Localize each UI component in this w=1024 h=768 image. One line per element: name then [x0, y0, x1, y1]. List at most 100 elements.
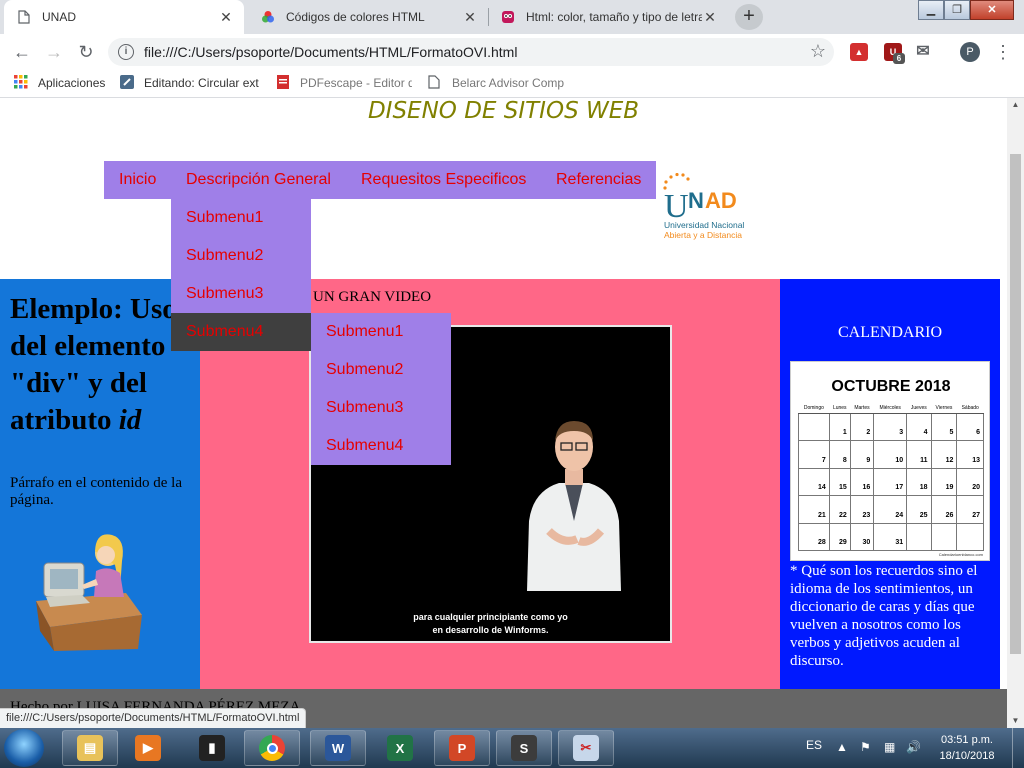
page-title: DISENO DE SITIOS WEB: [367, 98, 640, 124]
menu-item-referencias[interactable]: Referencias: [556, 161, 641, 199]
start-button[interactable]: [4, 729, 44, 767]
show-desktop-button[interactable]: [1012, 728, 1024, 768]
bookmarks-bar: Aplicaciones Editando: Circular ext PDFe…: [0, 70, 1024, 98]
clock-time: 03:51 p.m.: [941, 734, 993, 746]
logo-ad: AD: [705, 188, 737, 213]
tab-unad[interactable]: UNAD ✕: [4, 0, 244, 34]
volume-icon[interactable]: 🔊: [906, 740, 921, 754]
calendar-heading: CALENDARIO: [838, 324, 942, 341]
language-indicator[interactable]: ES: [806, 738, 822, 752]
scroll-up-icon[interactable]: ▲: [1007, 98, 1024, 112]
taskbar-terminal[interactable]: S: [496, 730, 552, 766]
calendar-day-cell: 21: [798, 495, 830, 524]
minimize-icon[interactable]: ▁: [918, 0, 944, 20]
profile-avatar[interactable]: P: [960, 42, 980, 62]
bookmark-pdfescape[interactable]: PDFescape - Editor d: [276, 75, 412, 91]
calendar-day-cell: 3: [873, 413, 908, 441]
menu-item-inicio[interactable]: Inicio: [119, 161, 156, 199]
taskbar-word[interactable]: W: [310, 730, 366, 766]
bookmark-star-icon[interactable]: ☆: [810, 41, 826, 62]
day-header: Miércoles: [873, 404, 907, 414]
calendar-day-cell: 7: [798, 440, 830, 469]
page-viewport: DISENO DE SITIOS WEB Inicio Descripción …: [0, 98, 1024, 728]
taskbar-media-player[interactable]: ▶: [120, 730, 176, 766]
action-center-icon[interactable]: ⚑: [860, 740, 871, 754]
word-icon: W: [325, 735, 351, 761]
address-url[interactable]: file:///C:/Users/psoporte/Documents/HTML…: [144, 44, 517, 60]
presenter-image: [527, 421, 621, 591]
back-arrow-icon[interactable]: ←: [10, 40, 34, 64]
calendar-day-cell: 19: [930, 468, 958, 496]
tab-html-color[interactable]: Html: color, tamaño y tipo de letra ✕: [488, 0, 728, 34]
paint-icon: ✂: [573, 735, 599, 761]
address-bar[interactable]: i file:///C:/Users/psoporte/Documents/HT…: [108, 38, 834, 66]
calendar-week-row: 123456: [798, 413, 984, 441]
calendar-day-cell: [798, 413, 830, 441]
bookmark-apps[interactable]: Aplicaciones: [14, 75, 105, 91]
calendar-day-cell: 18: [906, 468, 932, 496]
submenu-item-hovered[interactable]: Submenu4: [171, 313, 311, 351]
left-column: Elemplo: Uso del elemento "div" y del at…: [0, 279, 200, 689]
chrome-icon: [259, 735, 285, 761]
close-window-icon[interactable]: ✕: [970, 0, 1014, 20]
submenu-item[interactable]: Submenu1: [171, 199, 311, 237]
status-bar-url: file:///C:/Users/psoporte/Documents/HTML…: [0, 708, 307, 728]
left-paragraph: Párrafo en el contenido de la página.: [10, 475, 183, 508]
tray-arrow-icon[interactable]: ▲: [836, 740, 848, 754]
taskbar-clock[interactable]: 03:51 p.m. 18/10/2018: [932, 732, 1002, 764]
tab-title: UNAD: [42, 10, 77, 24]
bookmark-editando[interactable]: Editando: Circular ext: [120, 75, 260, 91]
taskbar-chrome[interactable]: [244, 730, 300, 766]
server-icon: ▮: [199, 735, 225, 761]
forward-arrow-icon[interactable]: →: [42, 40, 66, 64]
video-caption-line2: en desarrollo de Winforms.: [432, 625, 549, 635]
reload-icon[interactable]: ↻: [74, 40, 98, 64]
right-column: CALENDARIO OCTUBRE 2018 Domingo Lunes Ma…: [780, 279, 1000, 689]
taskbar-powerpoint[interactable]: P: [434, 730, 490, 766]
terminal-icon: S: [511, 735, 537, 761]
network-icon[interactable]: ▦: [884, 740, 895, 754]
day-header: Domingo: [798, 404, 830, 414]
pdf-extension-icon[interactable]: ▲: [850, 43, 868, 61]
taskbar-file-explorer[interactable]: ▤: [62, 730, 118, 766]
submenu-item[interactable]: Submenu3: [171, 275, 311, 313]
clock-date: 18/10/2018: [939, 750, 995, 762]
calendar-day-cell: [906, 523, 932, 551]
calendar-day-cell: 24: [873, 495, 908, 524]
logo-line2: Abierta y a Distancia: [664, 230, 742, 240]
menu-item-requesitos[interactable]: Requesitos Especificos: [361, 161, 526, 199]
bookmark-belarc[interactable]: Belarc Advisor Compu: [428, 75, 564, 91]
taskbar-server[interactable]: ▮: [184, 730, 240, 766]
new-tab-button[interactable]: +: [735, 4, 763, 30]
bookmark-label: Aplicaciones: [38, 76, 106, 90]
close-tab-icon[interactable]: ✕: [462, 9, 478, 25]
submenu-item[interactable]: Submenu3: [311, 389, 451, 427]
taskbar-excel[interactable]: X: [372, 730, 428, 766]
submenu-item[interactable]: Submenu1: [311, 313, 451, 351]
left-heading: Elemplo: Uso del elemento "div" y del at…: [10, 291, 196, 439]
taskbar-paint[interactable]: ✂: [558, 730, 614, 766]
scrollbar-thumb[interactable]: [1010, 154, 1021, 654]
menu-kebab-icon[interactable]: ⋮: [994, 40, 1012, 64]
calendar-day-cell: 29: [828, 523, 851, 551]
mail-icon[interactable]: ✉: [914, 43, 932, 61]
windows-taskbar: ▤ ▶ ▮ W X P S ✂ ES ▲ ⚑ ▦ 🔊 03:51 p.m. 18…: [0, 728, 1024, 768]
tab-colores[interactable]: Códigos de colores HTML ✕: [248, 0, 488, 34]
close-tab-icon[interactable]: ✕: [702, 9, 718, 25]
page-scrollbar[interactable]: ▲ ▼: [1007, 98, 1024, 728]
close-tab-icon[interactable]: ✕: [218, 9, 234, 25]
submenu-item[interactable]: Submenu4: [311, 427, 451, 465]
calendar-source: Calendarioenblanco.com: [938, 552, 983, 557]
info-icon[interactable]: i: [118, 44, 134, 60]
browser-toolbar: ← → ↻ i file:///C:/Users/psoporte/Docume…: [0, 34, 1024, 70]
menu-item-descripcion[interactable]: Descripción General: [186, 161, 331, 199]
day-header: Sábado: [956, 404, 984, 414]
maximize-icon[interactable]: ❐: [944, 0, 970, 20]
day-header: Lunes: [829, 404, 851, 414]
submenu-item[interactable]: Submenu2: [311, 351, 451, 389]
extension-badge: 6: [893, 53, 905, 64]
calendar-day-cell: 13: [956, 440, 984, 469]
day-header: Martes: [850, 404, 874, 414]
scroll-down-icon[interactable]: ▼: [1007, 714, 1024, 728]
submenu-item[interactable]: Submenu2: [171, 237, 311, 275]
